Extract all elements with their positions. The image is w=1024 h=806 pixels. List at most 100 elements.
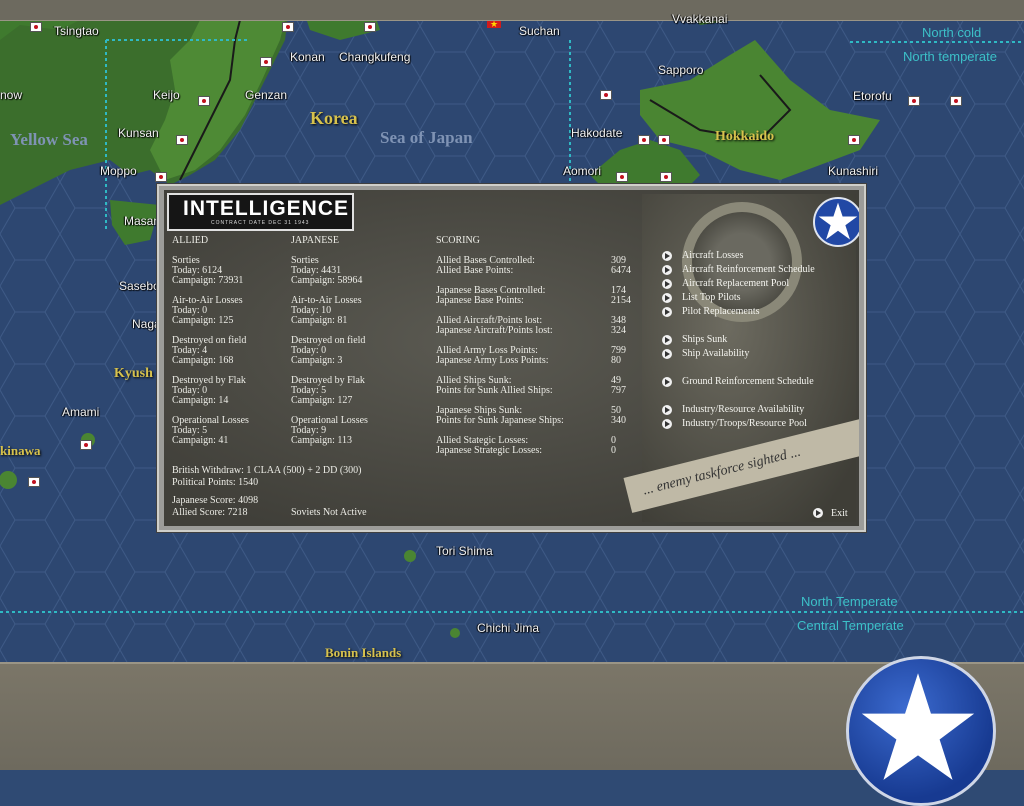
- place-label: Sapporo: [658, 63, 704, 77]
- japanese-dof-campaign: Campaign: 3: [291, 355, 343, 366]
- sea-label: Sea of Japan: [380, 128, 473, 147]
- japanese-base-flag[interactable]: [660, 172, 672, 182]
- scoring-value: 324: [611, 325, 626, 336]
- menu-item[interactable]: Industry/Troops/Resource Pool: [682, 418, 807, 429]
- japanese-base-flag[interactable]: [198, 96, 210, 106]
- menu-arrow-icon[interactable]: [662, 335, 672, 345]
- allied-ol-campaign: Campaign: 41: [172, 435, 229, 446]
- place-label: Suchan: [519, 24, 560, 38]
- menu-arrow-icon[interactable]: [662, 279, 672, 289]
- dialog-subtitle: CONTRACT DATE DEC 31 1943: [211, 220, 310, 226]
- climate-label: North Temperate: [801, 594, 898, 609]
- japanese-dbf-campaign: Campaign: 127: [291, 395, 353, 406]
- menu-item[interactable]: Pilot Replacements: [682, 306, 760, 317]
- region-label: Kyush: [114, 366, 153, 381]
- dialog-body: ... enemy taskforce sighted ... INTELLIG…: [164, 190, 859, 526]
- japanese-ol-campaign: Campaign: 113: [291, 435, 353, 446]
- japanese-base-flag[interactable]: [908, 96, 920, 106]
- scoring-label: Japanese Aircraft/Points lost:: [436, 325, 553, 336]
- place-label: Sasebo: [119, 279, 160, 293]
- region-label-korea: Korea: [310, 108, 358, 128]
- japanese-sorties-campaign: Campaign: 58964: [291, 275, 363, 286]
- scoring-value: 797: [611, 385, 626, 396]
- place-label: Tori Shima: [436, 544, 493, 558]
- menu-arrow-icon[interactable]: [662, 419, 672, 429]
- exit-arrow-icon[interactable]: [813, 508, 823, 518]
- region-label: kinawa: [0, 443, 41, 458]
- place-label: now: [0, 88, 23, 102]
- place-label: Amami: [62, 405, 100, 419]
- japanese-base-flag[interactable]: [616, 172, 628, 182]
- japanese-base-flag[interactable]: [80, 440, 92, 450]
- decor-paper-strip: ... enemy taskforce sighted ...: [623, 415, 859, 513]
- scoring-value: 340: [611, 415, 626, 426]
- japanese-base-flag[interactable]: [600, 90, 612, 100]
- watch-icon: [682, 202, 802, 322]
- climate-label: Central Temperate: [797, 618, 904, 633]
- menu-arrow-icon[interactable]: [662, 349, 672, 359]
- place-label: Kunashiri: [828, 164, 879, 178]
- japanese-ata-campaign: Campaign: 81: [291, 315, 348, 326]
- japanese-base-flag[interactable]: [155, 172, 167, 182]
- japanese-base-flag[interactable]: [364, 22, 376, 32]
- dialog-title: INTELLIGENCE: [183, 197, 350, 220]
- japanese-base-flag[interactable]: [28, 477, 40, 487]
- menu-arrow-icon[interactable]: [662, 251, 672, 261]
- japanese-base-flag[interactable]: [638, 135, 650, 145]
- place-label: Changkufeng: [339, 50, 411, 64]
- menu-arrow-icon[interactable]: [662, 405, 672, 415]
- japanese-base-flag[interactable]: [30, 22, 42, 32]
- place-label: Chichi Jima: [477, 621, 540, 635]
- scoring-value: 0: [611, 445, 616, 456]
- exit-button[interactable]: Exit: [831, 508, 848, 519]
- dialog-title-plate: INTELLIGENCE CONTRACT DATE DEC 31 1943: [167, 193, 354, 231]
- allied-dof-campaign: Campaign: 168: [172, 355, 234, 366]
- menu-item[interactable]: Ships Sunk: [682, 334, 727, 345]
- sea-label: Yellow Sea: [10, 130, 88, 149]
- political-points: Political Points: 1540: [172, 477, 259, 488]
- allied-star-icon[interactable]: [846, 656, 996, 806]
- allied-sorties-campaign: Campaign: 73931: [172, 275, 244, 286]
- menu-arrow-icon[interactable]: [662, 307, 672, 317]
- region-label-hokkaido: Hokkaido: [715, 129, 775, 144]
- menu-item[interactable]: List Top Pilots: [682, 292, 741, 303]
- scoring-label: Japanese Strategic Losses:: [436, 445, 543, 456]
- allied-score: Allied Score: 7218: [172, 507, 248, 518]
- menu-item[interactable]: Ground Reinforcement Schedule: [682, 376, 814, 387]
- japanese-base-flag[interactable]: [282, 22, 294, 32]
- menu-item[interactable]: Aircraft Replacement Pool: [682, 278, 789, 289]
- scoring-header: SCORING: [436, 235, 480, 246]
- allied-header: ALLIED: [172, 235, 209, 246]
- japanese-header: JAPANESE: [291, 235, 339, 246]
- place-label: Etorofu: [853, 89, 892, 103]
- menu-arrow-icon[interactable]: [662, 265, 672, 275]
- place-label: Keijo: [153, 88, 180, 102]
- soviets-status: Soviets Not Active: [291, 507, 367, 518]
- scoring-label: Japanese Army Loss Points:: [436, 355, 549, 366]
- menu-item[interactable]: Ship Availability: [682, 348, 749, 359]
- place-label: Vvakkanai: [672, 12, 728, 26]
- japanese-base-flag[interactable]: [848, 135, 860, 145]
- place-label: Masan: [124, 214, 161, 228]
- japanese-base-flag[interactable]: [260, 57, 272, 67]
- scoring-label: Points for Sunk Japanese Ships:: [436, 415, 564, 426]
- british-withdraw: British Withdraw: 1 CLAA (500) + 2 DD (3…: [172, 465, 362, 476]
- menu-arrow-icon[interactable]: [662, 293, 672, 303]
- menu-arrow-icon[interactable]: [662, 377, 672, 387]
- scoring-label: Japanese Base Points:: [436, 295, 524, 306]
- japanese-base-flag[interactable]: [176, 135, 188, 145]
- allied-star-icon: [813, 197, 859, 247]
- menu-item[interactable]: Aircraft Losses: [682, 250, 743, 261]
- scoring-value: 80: [611, 355, 621, 366]
- scoring-label: Allied Base Points:: [436, 265, 514, 276]
- japanese-base-flag[interactable]: [950, 96, 962, 106]
- place-label: Aomori: [563, 164, 602, 178]
- place-label: Moppo: [100, 164, 137, 178]
- menu-item[interactable]: Aircraft Reinforcement Schedule: [682, 264, 815, 275]
- japanese-base-flag[interactable]: [658, 135, 670, 145]
- menu-item[interactable]: Industry/Resource Availability: [682, 404, 804, 415]
- scoring-label: Points for Sunk Allied Ships:: [436, 385, 553, 396]
- region-label-bonin: Bonin Islands: [325, 645, 402, 660]
- place-label: Tsingtao: [54, 24, 99, 38]
- allied-ata-campaign: Campaign: 125: [172, 315, 234, 326]
